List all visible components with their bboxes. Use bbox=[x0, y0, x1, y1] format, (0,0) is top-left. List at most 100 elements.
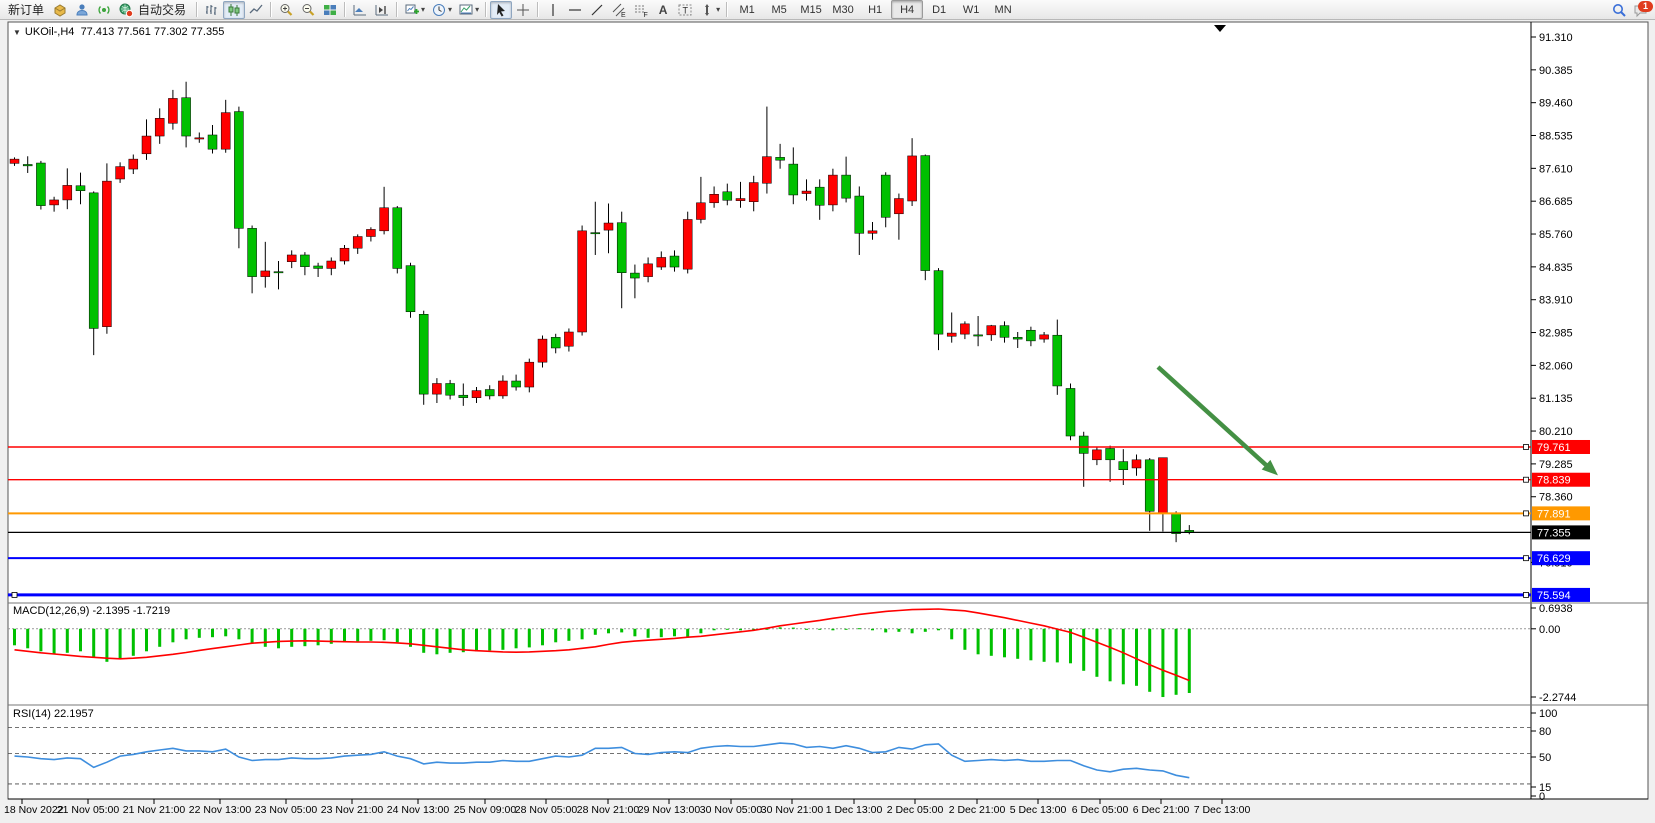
timeframe-w1-button[interactable]: W1 bbox=[955, 0, 987, 19]
autotrade-button[interactable]: 自动交易 bbox=[115, 1, 193, 19]
svg-text:84.835: 84.835 bbox=[1539, 262, 1573, 274]
svg-text:2 Dec 21:00: 2 Dec 21:00 bbox=[949, 804, 1006, 816]
svg-text:28 Nov 21:00: 28 Nov 21:00 bbox=[577, 804, 640, 816]
fibonacci-icon[interactable]: F bbox=[630, 1, 652, 19]
equidistant-channel-icon[interactable]: E bbox=[608, 1, 630, 19]
svg-text:79.761: 79.761 bbox=[1537, 442, 1571, 454]
horizontal-line-icon[interactable] bbox=[564, 1, 586, 19]
zoom-out-icon[interactable] bbox=[297, 1, 319, 19]
zoom-in-icon[interactable] bbox=[275, 1, 297, 19]
svg-text:77.891: 77.891 bbox=[1537, 508, 1571, 520]
line-chart-icon[interactable] bbox=[245, 1, 267, 19]
chart-shift-icon[interactable] bbox=[371, 1, 393, 19]
svg-text:24 Nov 13:00: 24 Nov 13:00 bbox=[387, 804, 450, 816]
macd-label: MACD(12,26,9) -2.1395 -1.7219 bbox=[13, 605, 170, 617]
timeframe-h4-button[interactable]: H4 bbox=[891, 0, 923, 19]
timeframe-m30-button[interactable]: M30 bbox=[827, 0, 859, 19]
order-cube-icon[interactable] bbox=[49, 1, 71, 19]
vertical-line-icon[interactable] bbox=[542, 1, 564, 19]
new-order-button[interactable]: 新订单 bbox=[3, 1, 49, 19]
chevron-down-icon: ▾ bbox=[448, 5, 452, 14]
svg-text:7 Dec 13:00: 7 Dec 13:00 bbox=[1194, 804, 1251, 816]
text-tool-icon[interactable]: A bbox=[652, 1, 674, 19]
separator bbox=[485, 2, 487, 17]
tile-windows-icon[interactable] bbox=[319, 1, 341, 19]
svg-text:100: 100 bbox=[1539, 708, 1557, 720]
svg-text:5 Dec 13:00: 5 Dec 13:00 bbox=[1010, 804, 1067, 816]
svg-text:87.610: 87.610 bbox=[1539, 163, 1573, 175]
rsi-label: RSI(14) 22.1957 bbox=[13, 708, 94, 720]
svg-text:82.060: 82.060 bbox=[1539, 360, 1573, 372]
chevron-down-icon: ▾ bbox=[421, 5, 425, 14]
period-clock-icon[interactable]: ▾ bbox=[428, 1, 455, 19]
autotrade-label: 自动交易 bbox=[134, 1, 190, 18]
svg-text:78.839: 78.839 bbox=[1537, 475, 1571, 487]
timeframe-group: M1M5M15M30H1H4D1W1MN bbox=[731, 0, 1019, 19]
timeframe-mn-button[interactable]: MN bbox=[987, 0, 1019, 19]
svg-text:0.00: 0.00 bbox=[1539, 624, 1560, 636]
svg-text:50: 50 bbox=[1539, 752, 1551, 764]
bar-chart-icon[interactable] bbox=[201, 1, 223, 19]
separator bbox=[270, 2, 272, 17]
timeframe-d1-button[interactable]: D1 bbox=[923, 0, 955, 19]
svg-text:-2.2744: -2.2744 bbox=[1539, 692, 1576, 704]
timeframe-m1-button[interactable]: M1 bbox=[731, 0, 763, 19]
label-glyph: T bbox=[683, 5, 689, 15]
triangle-down-icon: ▼ bbox=[13, 28, 21, 37]
svg-text:85.760: 85.760 bbox=[1539, 229, 1573, 241]
svg-text:88.535: 88.535 bbox=[1539, 131, 1573, 143]
timeframe-m5-button[interactable]: M5 bbox=[763, 0, 795, 19]
svg-text:6 Dec 21:00: 6 Dec 21:00 bbox=[1133, 804, 1190, 816]
separator bbox=[537, 2, 539, 17]
chart-title: ▼ UKOil-,H4 77.413 77.561 77.302 77.355 bbox=[13, 26, 224, 38]
svg-text:30 Nov 05:00: 30 Nov 05:00 bbox=[700, 804, 763, 816]
svg-text:30 Nov 21:00: 30 Nov 21:00 bbox=[761, 804, 824, 816]
crosshair-icon[interactable] bbox=[512, 1, 534, 19]
template-icon[interactable]: ▾ bbox=[455, 1, 482, 19]
svg-text:83.910: 83.910 bbox=[1539, 295, 1573, 307]
notification-badge: 1 bbox=[1638, 1, 1653, 12]
chart-autoscroll-icon[interactable] bbox=[349, 1, 371, 19]
svg-text:89.460: 89.460 bbox=[1539, 98, 1573, 110]
svg-text:2 Dec 05:00: 2 Dec 05:00 bbox=[887, 804, 944, 816]
svg-text:91.310: 91.310 bbox=[1539, 32, 1573, 44]
svg-text:29 Nov 13:00: 29 Nov 13:00 bbox=[638, 804, 701, 816]
mt4-window: 新订单 自动交易 bbox=[0, 0, 1655, 823]
text-label-tool-icon[interactable]: T bbox=[674, 1, 696, 19]
svg-text:0: 0 bbox=[1539, 791, 1545, 803]
chevron-down-icon: ▾ bbox=[475, 5, 479, 14]
chart-canvas[interactable]: 91.310 90.385 89.460 88.535 87.610 86.685 85.7… bbox=[0, 20, 1655, 823]
svg-text:22 Nov 13:00: 22 Nov 13:00 bbox=[189, 804, 252, 816]
svg-text:82.985: 82.985 bbox=[1539, 328, 1573, 340]
cursor-icon[interactable] bbox=[490, 1, 512, 19]
svg-text:76.629: 76.629 bbox=[1537, 553, 1571, 565]
chevron-down-icon: ▾ bbox=[716, 5, 720, 14]
separator bbox=[396, 2, 398, 17]
channel-glyph: E bbox=[621, 12, 626, 18]
svg-text:90.385: 90.385 bbox=[1539, 65, 1573, 77]
timeframe-h1-button[interactable]: H1 bbox=[859, 0, 891, 19]
separator bbox=[726, 2, 728, 17]
svg-text:21 Nov 05:00: 21 Nov 05:00 bbox=[57, 804, 120, 816]
terminal-person-icon[interactable] bbox=[71, 1, 93, 19]
svg-text:6 Dec 05:00: 6 Dec 05:00 bbox=[1072, 804, 1129, 816]
trendline-icon[interactable] bbox=[586, 1, 608, 19]
notifications-icon[interactable]: 1 bbox=[1630, 1, 1652, 19]
broadcast-icon[interactable] bbox=[93, 1, 115, 19]
new-chart-icon[interactable]: ▾ bbox=[401, 1, 428, 19]
toolbar: 新订单 自动交易 bbox=[0, 0, 1655, 20]
search-icon[interactable] bbox=[1608, 1, 1630, 19]
svg-text:23 Nov 05:00: 23 Nov 05:00 bbox=[255, 804, 318, 816]
svg-text:23 Nov 21:00: 23 Nov 21:00 bbox=[321, 804, 384, 816]
svg-text:80: 80 bbox=[1539, 726, 1551, 738]
candlestick-chart-icon[interactable] bbox=[223, 1, 245, 19]
chart-ohlc-values: 77.413 77.561 77.302 77.355 bbox=[81, 26, 225, 38]
svg-text:86.685: 86.685 bbox=[1539, 196, 1573, 208]
svg-text:21 Nov 21:00: 21 Nov 21:00 bbox=[123, 804, 186, 816]
chart-area: 91.310 90.385 89.460 88.535 87.610 86.685 85.7… bbox=[0, 20, 1655, 823]
svg-text:81.135: 81.135 bbox=[1539, 393, 1573, 405]
separator bbox=[196, 2, 198, 17]
chart-symbol-period: UKOil-,H4 bbox=[25, 26, 75, 38]
timeframe-m15-button[interactable]: M15 bbox=[795, 0, 827, 19]
arrows-tool-icon[interactable]: ▾ bbox=[696, 1, 723, 19]
